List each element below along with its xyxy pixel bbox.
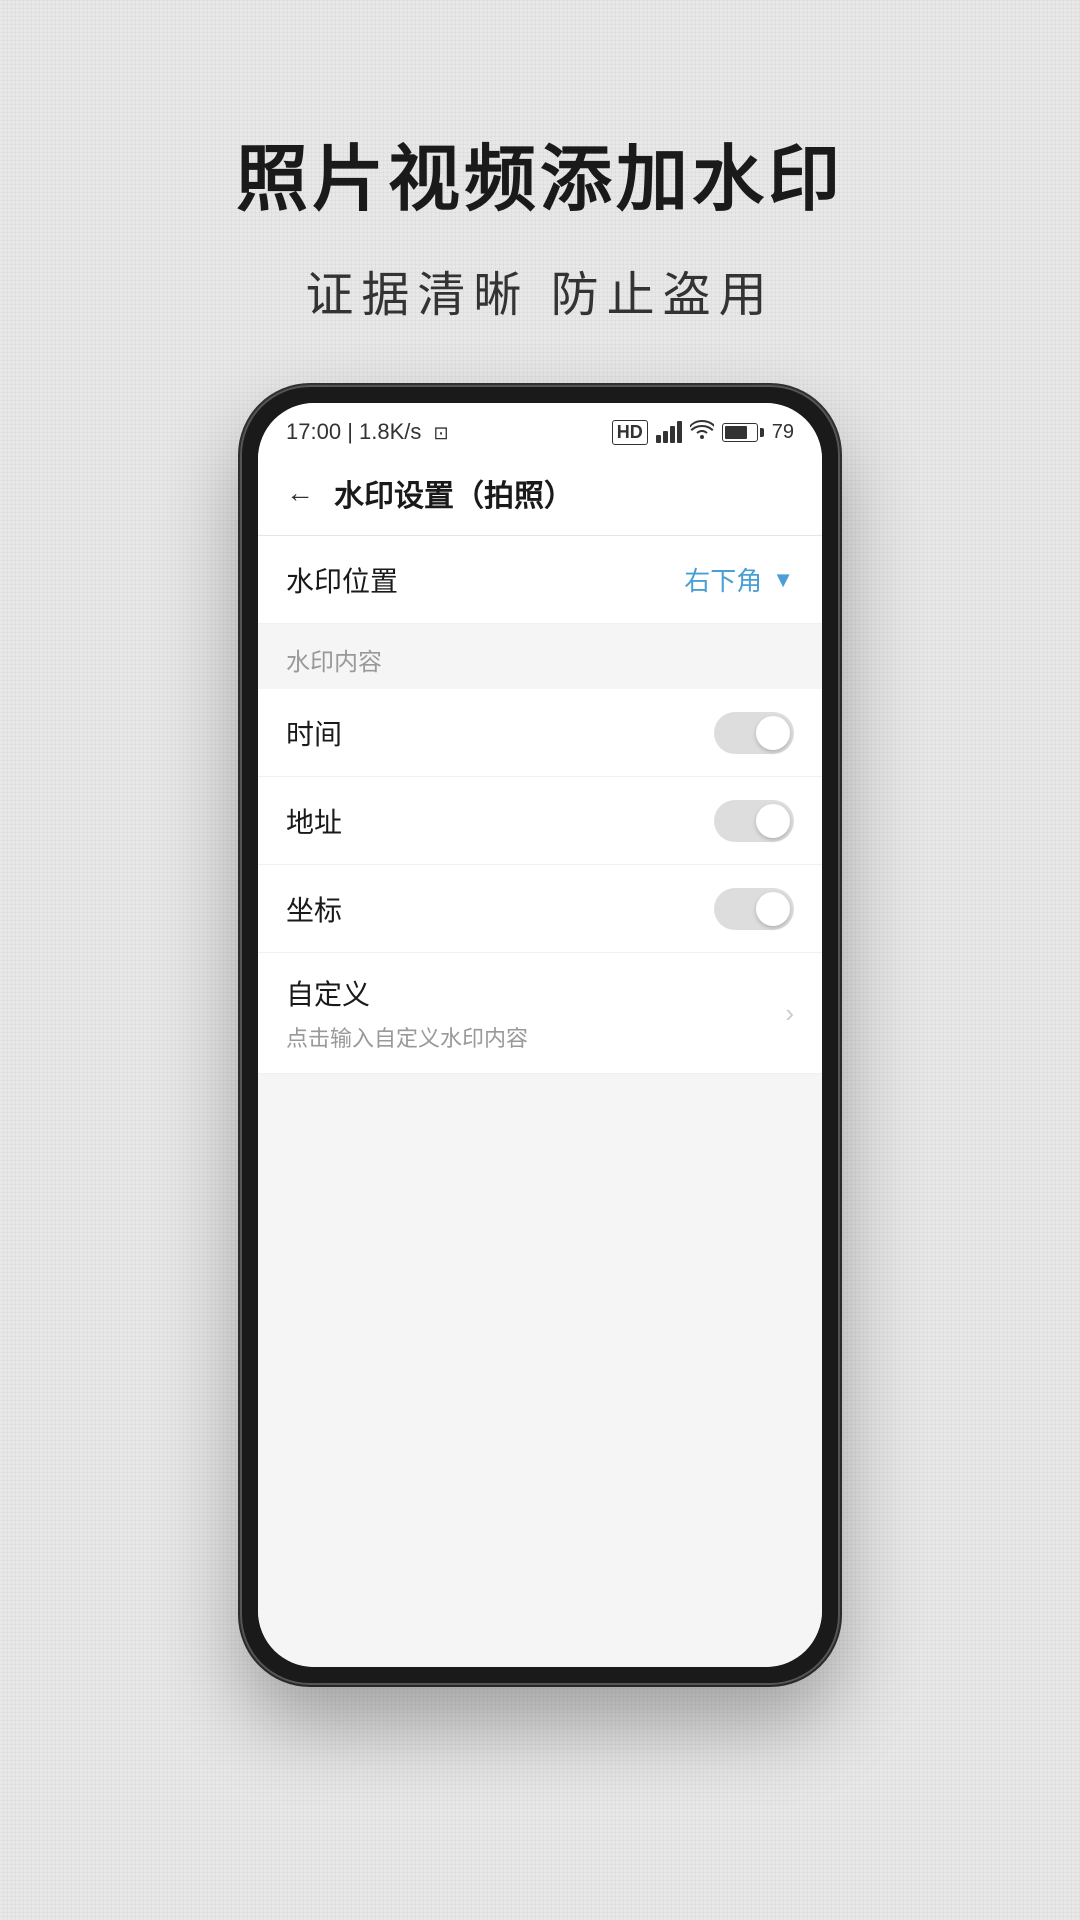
status-time: 17:00 <box>286 419 341 444</box>
battery-icon <box>722 423 764 442</box>
wifi-icon <box>690 419 714 445</box>
back-button[interactable]: ← <box>286 477 314 509</box>
phone-screen: 17:00 | 1.8K/s ⊡ HD <box>258 403 822 1667</box>
top-section: 照片视频添加水印 证据清晰 防止盗用 <box>0 0 1080 385</box>
address-toggle-knob <box>756 804 790 838</box>
status-speed: 1.8K/s <box>359 419 421 444</box>
dropdown-icon: ▼ <box>772 567 794 593</box>
position-text: 右下角 <box>684 561 762 598</box>
time-toggle-knob <box>756 716 790 750</box>
phone-mockup: 17:00 | 1.8K/s ⊡ HD <box>240 385 840 1685</box>
position-value[interactable]: 右下角 ▼ <box>684 561 794 598</box>
time-label: 时间 <box>286 713 342 753</box>
battery-level: 79 <box>772 421 794 444</box>
watermark-position-row[interactable]: 水印位置 右下角 ▼ <box>258 536 822 624</box>
coordinate-toggle[interactable] <box>714 888 794 930</box>
watermark-content-section: 水印内容 <box>258 624 822 689</box>
time-toggle[interactable] <box>714 712 794 754</box>
hd-badge: HD <box>612 420 648 445</box>
address-row: 地址 <box>258 777 822 865</box>
status-bar: 17:00 | 1.8K/s ⊡ HD <box>258 403 822 455</box>
status-time-speed: 17:00 | 1.8K/s ⊡ <box>286 419 449 445</box>
status-right: HD <box>612 419 794 445</box>
notification-icon: ⊡ <box>434 423 449 443</box>
page-title: 水印设置（拍照） <box>334 471 574 515</box>
custom-title: 自定义 <box>286 973 528 1013</box>
coordinate-toggle-knob <box>756 892 790 926</box>
chevron-right-icon: › <box>785 998 794 1029</box>
address-label: 地址 <box>286 801 342 841</box>
coordinate-row: 坐标 <box>258 865 822 953</box>
custom-row-content: 自定义 点击输入自定义水印内容 <box>286 973 528 1053</box>
section-header-text: 水印内容 <box>286 649 382 676</box>
address-toggle[interactable] <box>714 800 794 842</box>
signal-icon <box>656 421 682 443</box>
coordinate-label: 坐标 <box>286 889 342 929</box>
status-separator: | <box>347 419 359 444</box>
sub-title: 证据清晰 防止盗用 <box>305 255 774 325</box>
main-title: 照片视频添加水印 <box>236 120 844 225</box>
time-row: 时间 <box>258 689 822 777</box>
custom-row[interactable]: 自定义 点击输入自定义水印内容 › <box>258 953 822 1074</box>
position-label: 水印位置 <box>286 560 398 600</box>
app-header: ← 水印设置（拍照） <box>258 455 822 536</box>
settings-content: 水印位置 右下角 ▼ 水印内容 时间 地址 <box>258 536 822 1667</box>
custom-subtitle: 点击输入自定义水印内容 <box>286 1021 528 1053</box>
